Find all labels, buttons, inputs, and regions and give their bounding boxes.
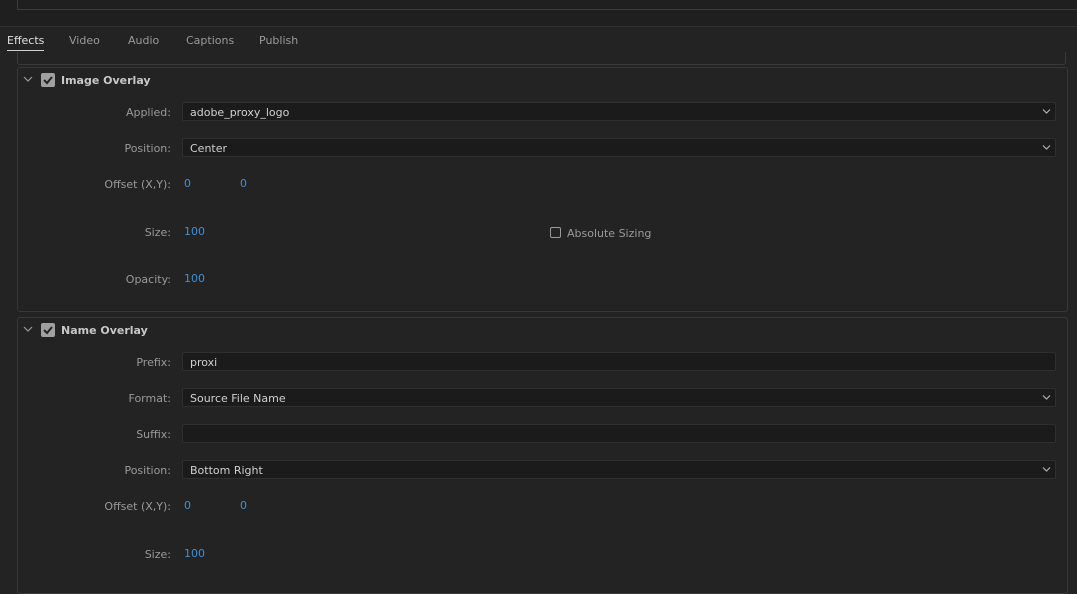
name-offset-x-value[interactable]: 0 — [184, 499, 191, 512]
size-label: Size: — [144, 226, 171, 239]
image-overlay-title: Image Overlay — [61, 74, 151, 87]
chevron-down-icon — [1042, 395, 1051, 400]
offset-x-value[interactable]: 0 — [184, 177, 191, 190]
name-position-value: Bottom Right — [190, 464, 263, 477]
image-overlay-section: Image Overlay Applied: adobe_proxy_logo … — [17, 67, 1068, 312]
prefix-field[interactable]: proxi — [182, 352, 1056, 371]
applied-value: adobe_proxy_logo — [190, 106, 290, 119]
position-value: Center — [190, 142, 228, 155]
format-value: Source File Name — [190, 392, 286, 405]
format-label: Format: — [128, 392, 171, 405]
name-offset-y-value[interactable]: 0 — [240, 499, 247, 512]
chevron-down-icon — [1042, 145, 1051, 150]
name-size-value[interactable]: 100 — [184, 547, 205, 560]
chevron-down-icon — [1042, 467, 1051, 472]
opacity-value[interactable]: 100 — [184, 272, 205, 285]
top-panel-strip — [0, 0, 1077, 26]
tab-publish[interactable]: Publish — [259, 34, 298, 47]
prefix-label: Prefix: — [136, 356, 171, 369]
format-dropdown[interactable]: Source File Name — [182, 388, 1056, 407]
tab-effects[interactable]: Effects — [7, 34, 45, 51]
opacity-label: Opacity: — [125, 273, 171, 286]
name-overlay-enable-checkbox[interactable] — [41, 323, 55, 337]
position-dropdown[interactable]: Center — [182, 138, 1056, 157]
top-panel-edge — [17, 0, 1077, 10]
applied-dropdown[interactable]: adobe_proxy_logo — [182, 102, 1056, 121]
name-position-dropdown[interactable]: Bottom Right — [182, 460, 1056, 479]
suffix-label: Suffix: — [136, 428, 171, 441]
name-offset-label: Offset (X,Y): — [104, 500, 171, 513]
checkmark-icon — [43, 76, 53, 85]
offset-label: Offset (X,Y): — [104, 178, 171, 191]
chevron-down-icon[interactable] — [23, 74, 33, 84]
suffix-field[interactable] — [182, 424, 1056, 443]
name-overlay-title: Name Overlay — [61, 324, 148, 337]
absolute-sizing-checkbox[interactable] — [550, 227, 561, 238]
absolute-sizing-label: Absolute Sizing — [567, 227, 652, 240]
tab-bar: Effects Video Audio Captions Publish — [0, 26, 1077, 53]
tab-captions[interactable]: Captions — [186, 34, 234, 47]
prefix-value: proxi — [190, 356, 218, 369]
name-size-label: Size: — [144, 548, 171, 561]
image-overlay-enable-checkbox[interactable] — [41, 73, 55, 87]
image-overlay-header: Image Overlay — [18, 68, 1067, 92]
size-value[interactable]: 100 — [184, 225, 205, 238]
name-overlay-header: Name Overlay — [18, 318, 1067, 342]
name-position-label: Position: — [124, 464, 171, 477]
tab-video[interactable]: Video — [69, 34, 100, 47]
checkmark-icon — [43, 326, 53, 335]
tab-audio[interactable]: Audio — [128, 34, 159, 47]
position-label: Position: — [124, 142, 171, 155]
previous-section-edge — [17, 52, 1066, 65]
chevron-down-icon — [1042, 109, 1051, 114]
chevron-down-icon[interactable] — [23, 324, 33, 334]
applied-label: Applied: — [125, 106, 171, 119]
offset-y-value[interactable]: 0 — [240, 177, 247, 190]
name-overlay-section: Name Overlay Prefix: proxi Format: Sourc… — [17, 317, 1068, 594]
